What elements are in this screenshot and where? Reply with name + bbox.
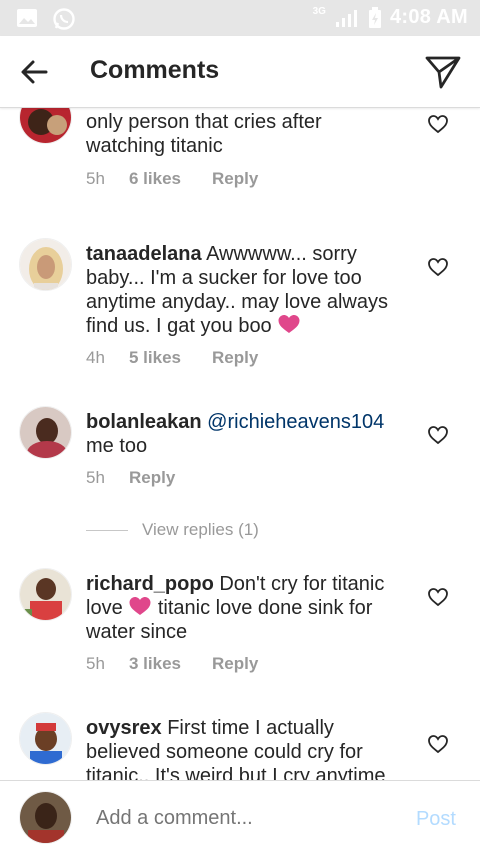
comment-text: richard_popo Don't cry for titanic love … bbox=[86, 572, 406, 644]
clock-time: 4:08 AM bbox=[389, 6, 468, 28]
heart-outline-icon[interactable] bbox=[427, 425, 449, 445]
comment-mention-link[interactable]: @richieheavens104 bbox=[207, 411, 384, 433]
view-replies-divider bbox=[86, 529, 128, 531]
comment-username[interactable]: bolanleakan bbox=[86, 411, 202, 433]
comment-username[interactable]: lamprincessdee bbox=[86, 108, 237, 109]
comment-body: So am not the only person that cries aft… bbox=[86, 108, 367, 157]
comment-meta: 5h Reply bbox=[86, 468, 175, 488]
reply-button[interactable]: Reply bbox=[129, 468, 175, 488]
comment-meta: 5h 6 likes Reply bbox=[86, 169, 258, 189]
heart-outline-icon[interactable] bbox=[427, 257, 449, 277]
heart-emoji-icon bbox=[129, 597, 151, 615]
whatsapp-icon bbox=[53, 8, 75, 30]
status-bar: 3G 4:08 AM bbox=[0, 0, 480, 36]
arrow-left-icon bbox=[21, 60, 48, 84]
avatar[interactable] bbox=[19, 108, 72, 144]
network-type-label: 3G bbox=[312, 6, 326, 17]
comment-username[interactable]: tanaadelana bbox=[86, 243, 202, 265]
avatar[interactable] bbox=[19, 238, 72, 291]
signal-icon bbox=[335, 9, 357, 27]
post-button[interactable]: Post bbox=[416, 808, 456, 831]
view-replies-button[interactable]: View replies (1) bbox=[86, 520, 259, 540]
comment-meta: 4h 5 likes Reply bbox=[86, 348, 258, 368]
comment-time: 5h bbox=[86, 654, 105, 673]
back-button[interactable] bbox=[18, 58, 50, 86]
comment-composer: Post bbox=[0, 780, 480, 854]
reply-button[interactable]: Reply bbox=[212, 169, 258, 189]
current-user-avatar bbox=[19, 791, 72, 844]
comments-list[interactable]: lamprincessdee So am not the only person… bbox=[0, 108, 480, 780]
heart-outline-icon[interactable] bbox=[427, 734, 449, 754]
avatar[interactable] bbox=[19, 568, 72, 621]
comment-time: 5h bbox=[86, 169, 105, 188]
avatar[interactable] bbox=[19, 406, 72, 459]
comment-username[interactable]: richard_popo bbox=[86, 573, 214, 595]
view-replies-label: View replies (1) bbox=[142, 520, 259, 539]
comment-text: lamprincessdee So am not the only person… bbox=[86, 108, 406, 158]
comment-body: me too bbox=[86, 435, 148, 457]
reply-button[interactable]: Reply bbox=[212, 654, 258, 674]
gallery-icon bbox=[17, 9, 37, 27]
app-header: Comments bbox=[0, 36, 480, 108]
comment-text: bolanleakan @richieheavens104 me too bbox=[86, 410, 406, 458]
paper-plane-icon bbox=[425, 56, 461, 89]
comment-time: 5h bbox=[86, 468, 105, 487]
comment-meta: 5h 3 likes Reply bbox=[86, 654, 258, 674]
direct-share-button[interactable] bbox=[424, 54, 462, 90]
comment-likes[interactable]: 5 likes bbox=[129, 348, 212, 368]
heart-outline-icon[interactable] bbox=[427, 587, 449, 607]
comment-text: ovysrex First time I actually believed s… bbox=[86, 716, 406, 780]
comment-username[interactable]: ovysrex bbox=[86, 717, 162, 739]
status-bar-left bbox=[16, 7, 76, 31]
heart-emoji-icon bbox=[278, 315, 300, 333]
reply-button[interactable]: Reply bbox=[212, 348, 258, 368]
page-title: Comments bbox=[90, 56, 220, 84]
status-bar-right: 3G 4:08 AM bbox=[313, 6, 468, 29]
comment-likes[interactable]: 6 likes bbox=[129, 169, 212, 189]
comment-text: tanaadelana Awwwww... sorry baby... I'm … bbox=[86, 242, 406, 338]
avatar[interactable] bbox=[19, 712, 72, 765]
battery-charging-icon bbox=[368, 6, 381, 28]
comment-input[interactable] bbox=[96, 807, 386, 830]
comment-time: 4h bbox=[86, 348, 105, 367]
comment-likes[interactable]: 3 likes bbox=[129, 654, 212, 674]
heart-outline-icon[interactable] bbox=[427, 114, 449, 134]
